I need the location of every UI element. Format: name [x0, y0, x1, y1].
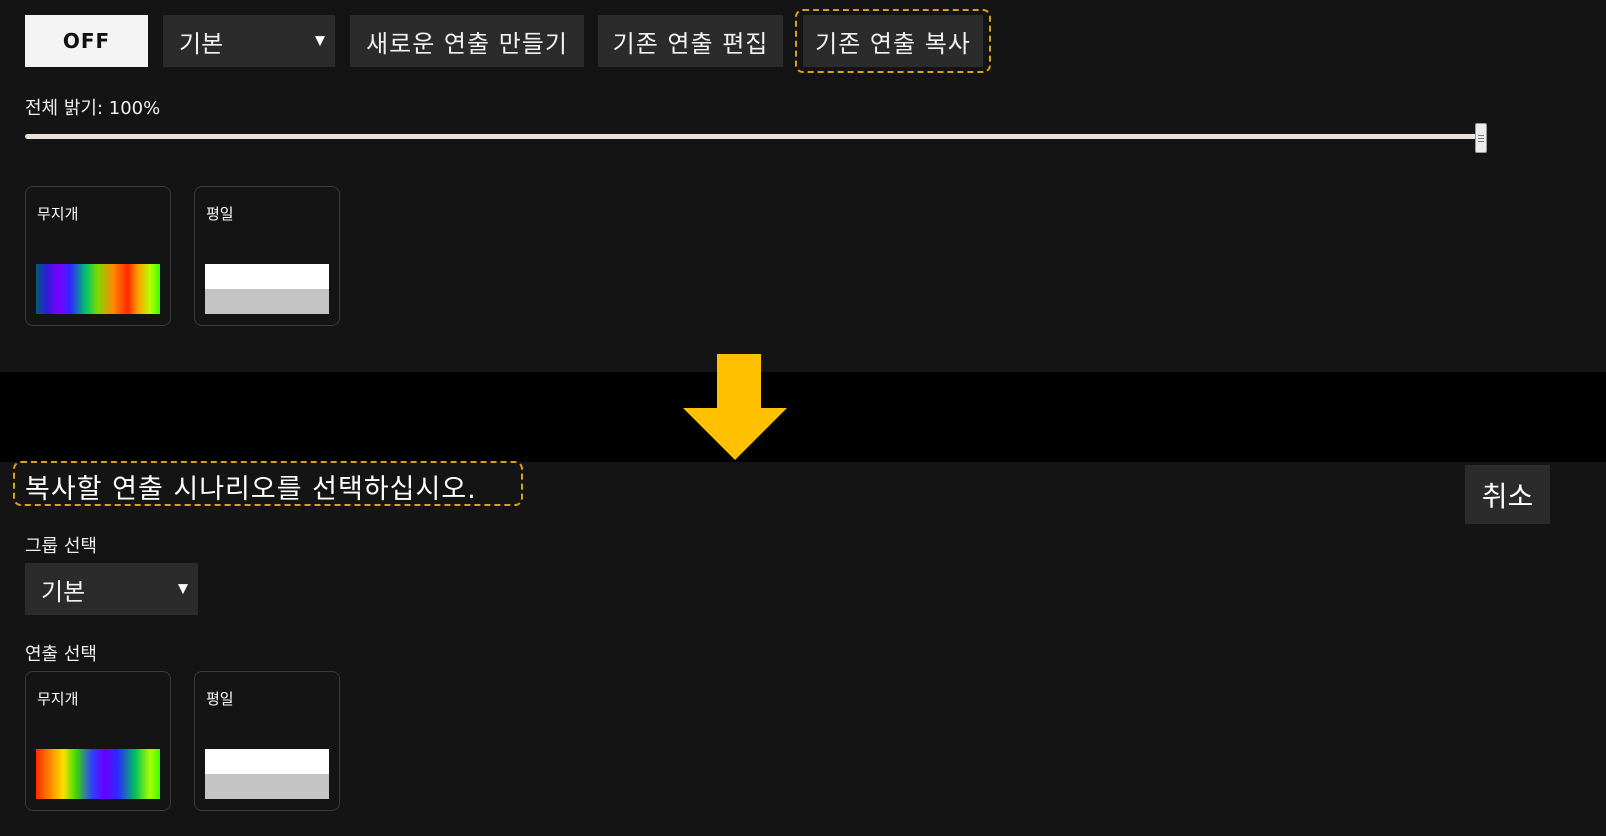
- preset-name: 무지개: [37, 205, 79, 223]
- plain-swatch: [205, 264, 329, 314]
- chevron-down-icon: ▼: [315, 33, 325, 49]
- group-select-label: 그룹 선택: [25, 536, 97, 557]
- brightness-slider-track[interactable]: [25, 134, 1487, 139]
- rainbow-swatch: [36, 264, 160, 314]
- preset-card-weekday[interactable]: 평일: [194, 671, 340, 811]
- preset-card-rainbow[interactable]: 무지개: [25, 671, 171, 811]
- group-select[interactable]: 기본 ▼: [25, 563, 198, 615]
- preset-name: 무지개: [37, 690, 79, 708]
- preset-name: 평일: [206, 205, 234, 223]
- scene-editor-panel: OFF 기본 ▼ 새로운 연출 만들기 기존 연출 편집 기존 연출 복사 전체…: [0, 0, 1606, 372]
- new-scene-button[interactable]: 새로운 연출 만들기: [350, 15, 584, 67]
- preset-card-weekday[interactable]: 평일: [194, 186, 340, 326]
- group-select-value: 기본: [41, 577, 86, 606]
- brightness-label: 전체 밝기: 100%: [25, 98, 161, 119]
- rainbow-swatch: [36, 749, 160, 799]
- cancel-button[interactable]: 취소: [1465, 465, 1550, 524]
- group-select[interactable]: 기본 ▼: [163, 15, 335, 67]
- copy-button-highlight: [795, 9, 991, 73]
- preset-card-rainbow[interactable]: 무지개: [25, 186, 171, 326]
- copy-select-panel: 복사할 연출 시나리오를 선택하십시오. 취소 그룹 선택 기본 ▼ 연출 선택…: [0, 461, 1606, 836]
- prompt-highlight: [13, 461, 523, 506]
- group-select-value: 기본: [179, 29, 224, 58]
- plain-swatch: [205, 749, 329, 799]
- scene-select-label: 연출 선택: [25, 644, 97, 665]
- chevron-down-icon: ▼: [178, 581, 188, 597]
- down-arrow-icon: [683, 354, 787, 460]
- brightness-slider-thumb[interactable]: [1475, 123, 1487, 153]
- edit-scene-button[interactable]: 기존 연출 편집: [598, 15, 783, 67]
- power-toggle-button[interactable]: OFF: [25, 15, 148, 67]
- preset-name: 평일: [206, 690, 234, 708]
